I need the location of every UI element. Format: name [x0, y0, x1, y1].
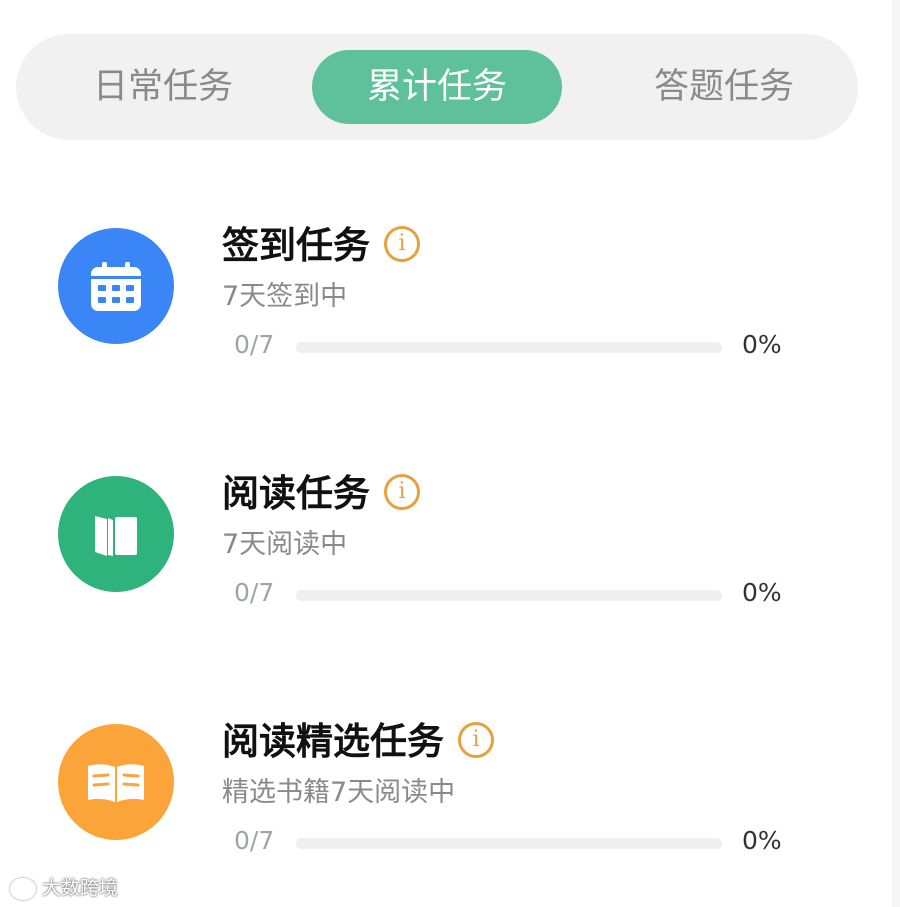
task-title: 阅读精选任务 i — [222, 714, 494, 770]
progress-count: 0/7 — [234, 826, 275, 855]
task-item-featured-reading[interactable]: 阅读精选任务 i 精选书籍7天阅读中 0/7 0% — [0, 708, 900, 888]
book-icon-avatar — [58, 476, 174, 592]
tab-quiz-tasks[interactable]: 答题任务 — [624, 50, 824, 124]
watermark-text: 大数跨境 — [42, 877, 119, 899]
task-subtitle: 精选书籍7天阅读中 — [222, 777, 456, 808]
progress-count: 0/7 — [234, 330, 275, 359]
tab-daily-tasks[interactable]: 日常任务 — [68, 50, 258, 124]
task-title: 阅读任务 i — [222, 466, 420, 522]
info-icon[interactable]: i — [384, 225, 420, 262]
info-icon[interactable]: i — [458, 721, 494, 758]
progress-percent: 0% — [742, 578, 782, 607]
watermark: 大数跨境 — [10, 873, 118, 900]
book-icon — [95, 516, 137, 556]
task-item-reading[interactable]: 阅读任务 i 7天阅读中 0/7 0% — [0, 460, 900, 640]
progress-bar — [296, 590, 722, 601]
watermark-logo-icon — [10, 877, 36, 900]
info-icon[interactable]: i — [384, 473, 420, 510]
task-subtitle: 7天阅读中 — [222, 529, 348, 560]
task-title-text: 阅读任务 — [222, 472, 370, 515]
task-tabbar: 日常任务 累计任务 答题任务 — [16, 34, 858, 140]
calendar-icon-avatar — [58, 228, 174, 344]
task-title-text: 阅读精选任务 — [222, 720, 444, 763]
task-title-text: 签到任务 — [222, 224, 370, 267]
open-book-icon-avatar — [58, 724, 174, 840]
task-subtitle: 7天签到中 — [222, 281, 348, 312]
open-book-icon — [88, 764, 144, 802]
progress-bar — [296, 342, 722, 353]
progress-count: 0/7 — [234, 578, 275, 607]
task-title: 签到任务 i — [222, 218, 420, 274]
progress-percent: 0% — [742, 330, 782, 359]
progress-bar — [296, 838, 722, 849]
task-item-checkin[interactable]: 签到任务 i 7天签到中 0/7 0% — [0, 212, 900, 392]
tab-cumulative-tasks[interactable]: 累计任务 — [312, 50, 562, 124]
progress-percent: 0% — [742, 826, 782, 855]
calendar-icon — [91, 262, 141, 311]
